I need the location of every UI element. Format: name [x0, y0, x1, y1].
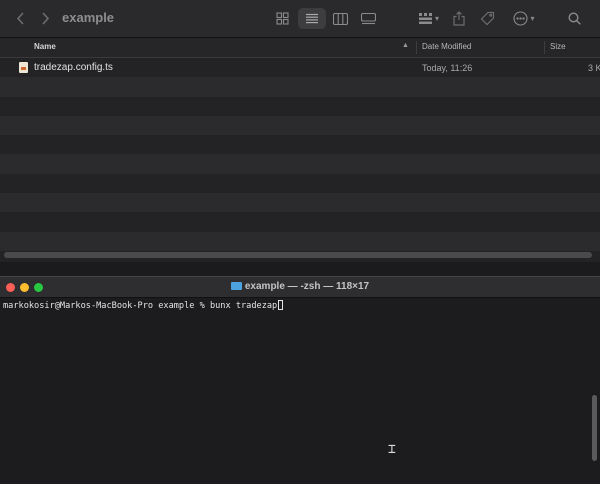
column-divider[interactable]: [544, 41, 545, 54]
empty-row: [0, 135, 600, 155]
column-name[interactable]: Name: [34, 42, 56, 51]
column-header: Name ▲ Date Modified Size: [0, 38, 600, 58]
chevron-left-icon[interactable]: [12, 8, 28, 29]
column-size[interactable]: Size: [550, 42, 566, 51]
terminal-title: example — -zsh — 118×17: [0, 281, 600, 292]
empty-row: [0, 154, 600, 174]
empty-row: [0, 193, 600, 213]
file-size: 3 K: [588, 63, 600, 73]
gallery-icon[interactable]: [356, 8, 380, 29]
text-cursor: [278, 300, 284, 310]
grid-icon[interactable]: [270, 8, 294, 29]
prompt-text: markokosir@Markos-MacBook-Pro example % …: [3, 301, 278, 311]
share-icon[interactable]: [453, 8, 465, 29]
ibeam-cursor-icon: ⌶: [388, 442, 396, 457]
chevron-down-icon: ▾: [530, 14, 535, 23]
tag-icon[interactable]: [480, 8, 495, 29]
chevron-right-icon[interactable]: [37, 8, 53, 29]
empty-row: [0, 77, 600, 97]
chevron-down-icon: ▾: [434, 14, 439, 23]
file-list: tradezap.config.ts Today, 11:26 3 K: [0, 58, 600, 251]
empty-row: [0, 173, 600, 194]
column-date-modified[interactable]: Date Modified: [422, 42, 471, 51]
file-date-modified: Today, 11:26: [422, 63, 473, 73]
terminal-titlebar: example — -zsh — 118×17: [0, 277, 600, 298]
more-icon[interactable]: ▾: [509, 8, 539, 29]
empty-row: [0, 96, 600, 116]
list-icon[interactable]: [298, 8, 326, 29]
search-icon[interactable]: [568, 8, 581, 29]
file-row[interactable]: tradezap.config.ts Today, 11:26 3 K: [0, 58, 600, 78]
horizontal-scrollbar[interactable]: [4, 252, 592, 258]
typescript-file-icon: [19, 62, 28, 73]
folder-icon: [230, 282, 242, 290]
sort-ascending-icon[interactable]: ▲: [402, 42, 409, 49]
empty-row: [0, 212, 600, 232]
columns-icon[interactable]: [328, 8, 352, 29]
empty-row: [0, 115, 600, 136]
terminal-window: example — -zsh — 118×17 markokosir@Marko…: [0, 276, 600, 484]
empty-row: [0, 231, 600, 251]
finder-toolbar: example ▾ ▾: [0, 0, 600, 38]
finder-window-title: example: [62, 10, 115, 25]
group-icon[interactable]: ▾: [414, 8, 444, 29]
file-name: tradezap.config.ts: [34, 62, 113, 73]
terminal-title-text: example — -zsh — 118×17: [244, 281, 370, 292]
terminal-body[interactable]: markokosir@Markos-MacBook-Pro example % …: [0, 298, 590, 484]
vertical-scrollbar[interactable]: [592, 395, 597, 461]
finder-window: example ▾ ▾ Name ▲ Date Modified Size tr…: [0, 0, 600, 262]
column-divider[interactable]: [416, 41, 417, 54]
prompt-line: markokosir@Markos-MacBook-Pro example % …: [3, 300, 284, 311]
